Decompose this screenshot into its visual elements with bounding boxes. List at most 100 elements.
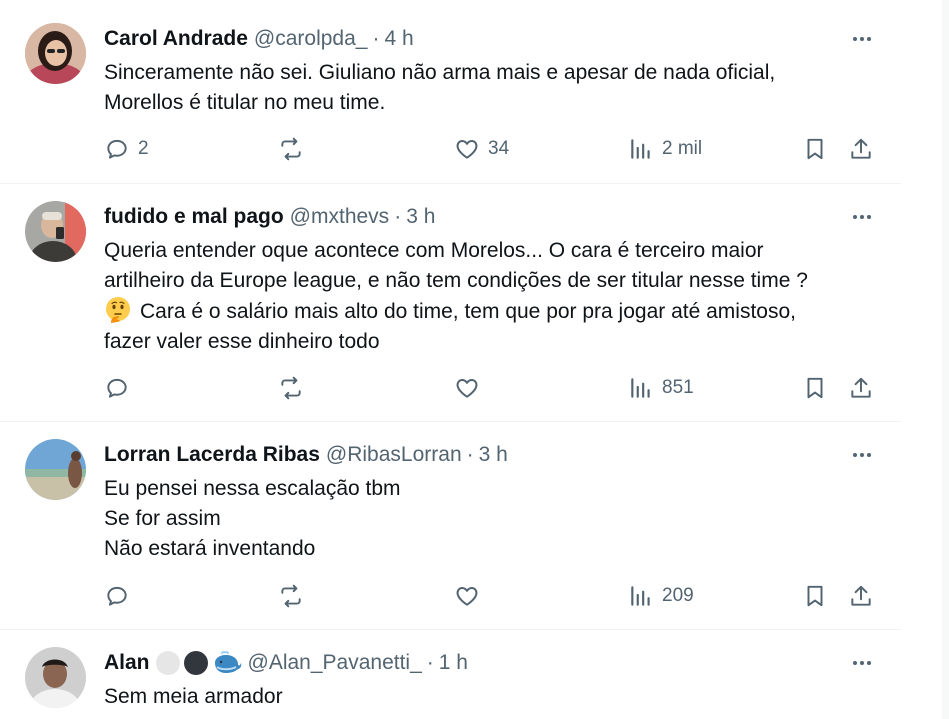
author-name[interactable]: Lorran Lacerda Ribas	[104, 442, 320, 468]
views-count: 209	[662, 585, 694, 606]
tweet-header: Carol Andrade @carolpda_ · 4 h	[104, 26, 414, 52]
views-chart-icon	[631, 378, 650, 398]
whale-emoji	[214, 651, 241, 673]
tweet-header: fudido e mal pago @mxthevs · 3 h	[104, 204, 435, 230]
reply-icon	[107, 139, 127, 159]
author-name[interactable]: fudido e mal pago	[104, 204, 284, 230]
tweet-text: Sinceramente não sei. Giuliano não arma …	[104, 58, 894, 118]
avatar-image	[25, 201, 86, 262]
reply-count: 2	[138, 138, 149, 159]
retweet-icon	[281, 584, 301, 608]
tweet[interactable]: Alan @Alan_Pavanetti_ · 1 h Sem meia arm…	[0, 630, 901, 719]
scrollbar-track[interactable]	[942, 0, 949, 719]
more-options-button[interactable]	[849, 204, 875, 230]
right-column	[901, 0, 949, 719]
tweet-actions: 2 34 2 mil	[104, 134, 884, 164]
bookmark-button[interactable]	[802, 134, 828, 164]
views-button[interactable]: 2 mil	[628, 134, 702, 164]
avatar[interactable]	[25, 201, 86, 262]
avatar[interactable]	[25, 647, 86, 708]
tweet-text-line: Morellos é titular no meu time.	[104, 91, 386, 114]
tweet-text-line: Eu pensei nessa escalação tbm	[104, 477, 401, 500]
share-button[interactable]	[848, 373, 874, 403]
reply-button[interactable]	[104, 373, 138, 403]
tweet-actions: 851	[104, 373, 884, 403]
share-button[interactable]	[848, 581, 874, 611]
avatar[interactable]	[25, 23, 86, 84]
avatar[interactable]	[25, 439, 86, 500]
bookmark-button[interactable]	[802, 581, 828, 611]
more-options-button[interactable]	[849, 650, 875, 676]
share-icon	[851, 377, 871, 398]
separator: ·	[466, 443, 474, 466]
views-button[interactable]: 851	[628, 373, 694, 403]
white-circle-emoji	[155, 651, 180, 675]
retweet-icon	[281, 137, 301, 161]
share-button[interactable]	[848, 134, 874, 164]
more-horizontal-icon	[853, 37, 871, 41]
tweet-text-line: Se for assim	[104, 507, 221, 530]
tweet-text-line: Sem meia armador	[104, 685, 283, 708]
author-handle[interactable]: @RibasLorran	[326, 442, 462, 468]
thinking-face-emoji	[106, 297, 130, 323]
tweet-text: Queria entender oque acontece com Morelo…	[104, 236, 894, 357]
tweet-header: Lorran Lacerda Ribas @RibasLorran · 3 h	[104, 442, 508, 468]
heart-icon	[456, 140, 478, 159]
like-button[interactable]: 34	[454, 134, 509, 164]
reply-icon	[107, 378, 127, 398]
share-icon	[851, 138, 871, 159]
tweet[interactable]: fudido e mal pago @mxthevs · 3 h Queria …	[0, 184, 901, 422]
avatar-image	[25, 439, 86, 500]
views-button[interactable]: 209	[628, 581, 694, 611]
reply-icon	[107, 586, 127, 606]
tweet-header: Alan @Alan_Pavanetti_ · 1 h	[104, 650, 468, 676]
retweet-button[interactable]	[278, 373, 312, 403]
black-circle-emoji	[183, 651, 208, 675]
author-handle[interactable]: @mxthevs	[290, 204, 390, 230]
retweet-button[interactable]	[278, 134, 312, 164]
author-name[interactable]: Carol Andrade	[104, 26, 248, 52]
tweet-actions: 209	[104, 581, 884, 611]
separator: ·	[394, 205, 402, 228]
author-handle[interactable]: @carolpda_	[254, 26, 368, 52]
reply-button[interactable]	[104, 581, 138, 611]
timestamp[interactable]: 3 h	[406, 204, 435, 230]
views-count: 851	[662, 377, 694, 398]
retweet-icon	[281, 376, 301, 400]
avatar-image	[25, 23, 86, 84]
tweet[interactable]: Lorran Lacerda Ribas @RibasLorran · 3 h …	[0, 422, 901, 630]
author-name[interactable]: Alan	[104, 650, 150, 676]
timestamp[interactable]: 1 h	[439, 650, 468, 676]
tweet-text-line-with-emoji: Cara é o salário mais alto do time, tem …	[104, 296, 894, 327]
avatar-image	[25, 647, 86, 708]
more-options-button[interactable]	[849, 442, 875, 468]
author-handle[interactable]: @Alan_Pavanetti_	[248, 650, 422, 676]
tweet-text: Eu pensei nessa escalação tbm Se for ass…	[104, 474, 894, 564]
tweet[interactable]: Carol Andrade @carolpda_ · 4 h Sincerame…	[0, 0, 901, 184]
timestamp[interactable]: 3 h	[479, 442, 508, 468]
tweet-text-line: Não estará inventando	[104, 537, 316, 560]
like-count: 34	[488, 138, 510, 159]
more-options-button[interactable]	[849, 26, 875, 52]
heart-icon	[456, 379, 478, 398]
views-count: 2 mil	[662, 138, 703, 159]
bookmark-icon	[807, 138, 823, 160]
more-horizontal-icon	[853, 661, 871, 665]
reply-button[interactable]: 2	[104, 134, 149, 164]
tweet-text-line: artilheiro da Europe league, e não tem c…	[104, 269, 808, 292]
share-icon	[851, 585, 871, 606]
separator: ·	[426, 651, 434, 674]
tweet-text-line: Queria entender oque acontece com Morelo…	[104, 239, 764, 262]
like-button[interactable]	[454, 581, 488, 611]
timestamp[interactable]: 4 h	[384, 26, 413, 52]
bookmark-button[interactable]	[802, 373, 828, 403]
timeline: Carol Andrade @carolpda_ · 4 h Sincerame…	[0, 0, 902, 719]
views-chart-icon	[631, 586, 650, 606]
retweet-button[interactable]	[278, 581, 312, 611]
like-button[interactable]	[454, 373, 488, 403]
bookmark-icon	[807, 377, 823, 399]
views-chart-icon	[631, 139, 650, 159]
tweet-text-line: Sinceramente não sei. Giuliano não arma …	[104, 61, 776, 84]
more-horizontal-icon	[853, 215, 871, 219]
more-horizontal-icon	[853, 453, 871, 457]
